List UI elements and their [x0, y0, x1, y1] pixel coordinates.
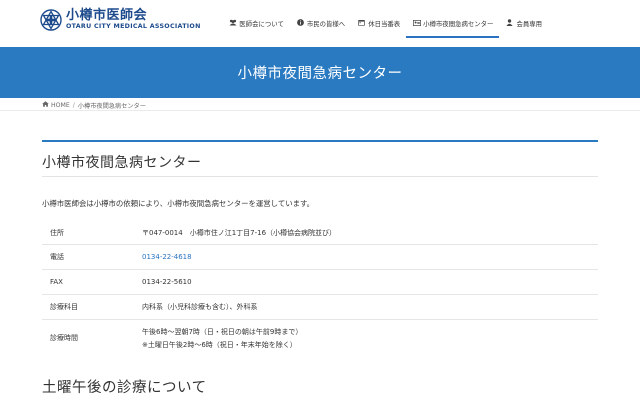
- home-icon: [42, 101, 49, 109]
- nav-label: 市民の皆様へ: [306, 20, 346, 28]
- nav-item-holiday[interactable]: 休日当番表: [351, 0, 406, 47]
- table-row: 電話 0134-22-4618: [42, 245, 598, 270]
- id-card-icon: [412, 19, 421, 28]
- page-title: 小樽市夜間急病センター: [42, 155, 202, 171]
- breadcrumb-divider: [0, 110, 640, 111]
- section-heading-saturday: 土曜午後の診療について: [42, 380, 207, 396]
- nav-label: 休日当番表: [368, 20, 401, 28]
- row-value-fax: 0134-22-5610: [142, 278, 192, 286]
- heading-divider: [42, 176, 598, 177]
- nav-item-members[interactable]: 会員専用: [499, 0, 548, 47]
- site-header: 小樽市医師会 OTARU CITY MEDICAL ASSOCIATION 医師…: [0, 0, 640, 47]
- table-row: 住所 〒047-0014 小樽市住ノ江1丁目7-16（小樽協会病院並び）: [42, 221, 598, 245]
- row-label-phone: 電話: [50, 253, 64, 261]
- users-icon: [228, 19, 237, 28]
- calendar-icon: [357, 19, 366, 28]
- intro-text: 小樽市医師会は小樽市の依頼により、小樽市夜間急病センターを運営しています。: [42, 199, 315, 208]
- info-table: 住所 〒047-0014 小樽市住ノ江1丁目7-16（小樽協会病院並び） 電話 …: [42, 221, 598, 356]
- nav-label: 小樽市夜間急病センター: [423, 20, 494, 28]
- breadcrumb-separator: /: [72, 101, 75, 109]
- nav-item-about[interactable]: 医師会について: [222, 0, 290, 47]
- row-value-hours-note: ※土曜日午後2時〜6時（祝日・年末年始を除く）: [142, 340, 297, 349]
- nav-label: 会員専用: [516, 20, 542, 28]
- logo-subtitle: OTARU CITY MEDICAL ASSOCIATION: [66, 23, 201, 30]
- user-icon: [505, 19, 514, 28]
- nav-item-citizens[interactable]: 市民の皆様へ: [290, 0, 351, 47]
- phone-link[interactable]: 0134-22-4618: [142, 253, 598, 261]
- nav-label: 医師会について: [239, 20, 284, 28]
- row-label-address: 住所: [50, 228, 64, 237]
- info-icon: [296, 19, 305, 28]
- page-hero-bar: 小樽市夜間急病センター: [0, 47, 640, 98]
- logo-emblem-icon: [40, 9, 62, 31]
- row-label-fax: FAX: [50, 278, 63, 286]
- main-nav: 医師会について 市民の皆様へ 休日当番表 小樽市夜間急病センター 会員専用: [222, 0, 548, 47]
- breadcrumb-home-link[interactable]: HOME: [51, 102, 70, 109]
- content-top-rule: [42, 140, 598, 142]
- logo-title: 小樽市医師会: [66, 8, 148, 23]
- row-value-departments: 内科系（小児科診療も含む）、外科系: [142, 303, 258, 311]
- table-row: 診療時間 午後6時〜翌朝7時（日・祝日の朝は午前9時まで） ※土曜日午後2時〜6…: [42, 320, 598, 356]
- row-value-hours: 午後6時〜翌朝7時（日・祝日の朝は午前9時まで）: [142, 327, 303, 336]
- table-row: 診療科目 内科系（小児科診療も含む）、外科系: [42, 295, 598, 320]
- breadcrumb-current: 小樽市夜間急病センター: [77, 102, 146, 110]
- site-logo[interactable]: 小樽市医師会 OTARU CITY MEDICAL ASSOCIATION: [40, 9, 201, 31]
- table-row: FAX 0134-22-5610: [42, 270, 598, 295]
- nav-item-night-center[interactable]: 小樽市夜間急病センター: [406, 0, 500, 47]
- row-label-departments: 診療科目: [50, 303, 78, 311]
- hero-title: 小樽市夜間急病センター: [237, 66, 403, 82]
- row-label-hours: 診療時間: [50, 334, 78, 342]
- row-value-address: 〒047-0014 小樽市住ノ江1丁目7-16（小樽協会病院並び）: [142, 228, 337, 237]
